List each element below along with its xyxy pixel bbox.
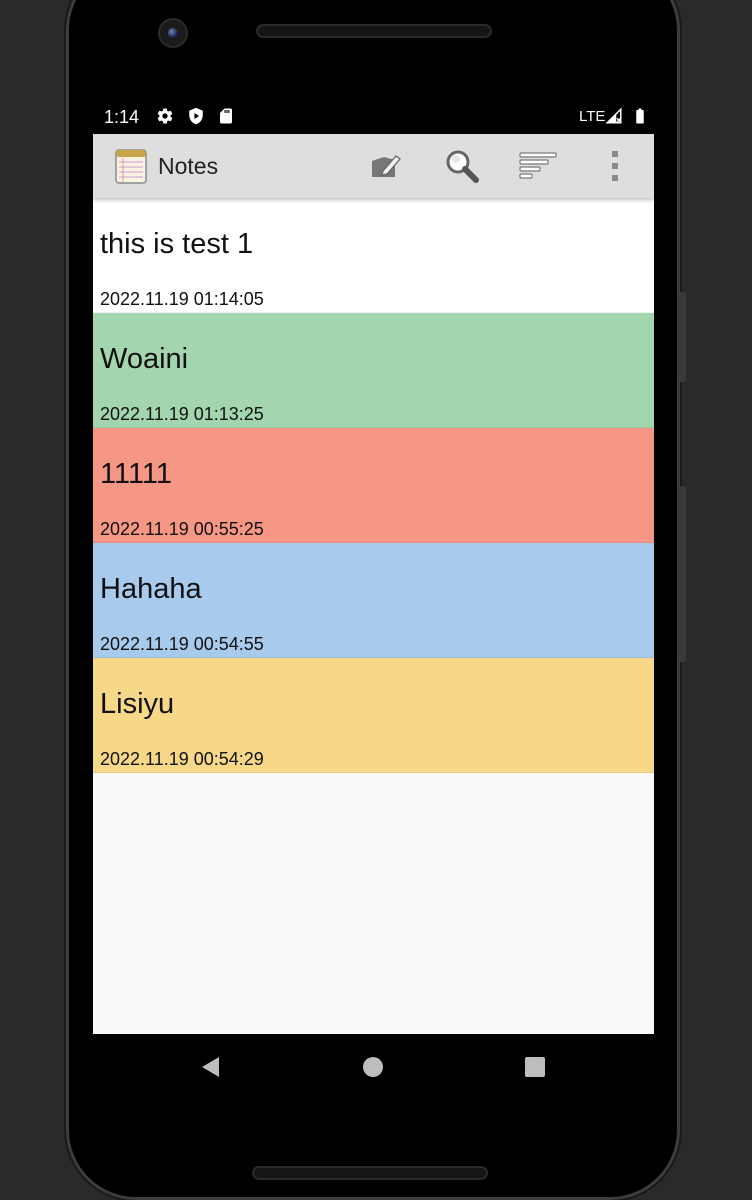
volume-rocker (678, 486, 686, 662)
bottom-speaker (252, 1166, 488, 1180)
note-timestamp: 2022.11.19 00:54:55 (100, 634, 264, 654)
front-camera (158, 18, 188, 48)
search-button[interactable] (442, 146, 482, 186)
status-bar: 1:14 LTE (93, 98, 654, 134)
sd-card-icon (220, 108, 232, 124)
gear-icon (157, 108, 173, 124)
sort-button[interactable] (518, 146, 558, 186)
note-item[interactable]: Woaini 2022.11.19 01:13:25 (93, 313, 654, 428)
notes-list: this is test 1 2022.11.19 01:14:05 Woain… (93, 198, 654, 773)
note-timestamp: 2022.11.19 01:13:25 (100, 404, 264, 424)
app-bar: Notes (93, 134, 654, 198)
note-item[interactable]: Lisiyu 2022.11.19 00:54:29 (93, 658, 654, 773)
notepad-logo-icon (115, 149, 147, 184)
battery-icon (636, 108, 644, 124)
sort-icon (519, 152, 557, 179)
overflow-menu-button[interactable] (595, 146, 635, 186)
shield-icon (189, 107, 203, 125)
note-item[interactable]: Hahaha 2022.11.19 00:54:55 (93, 543, 654, 658)
note-title: Lisiyu (100, 688, 175, 720)
back-icon[interactable] (196, 1052, 226, 1082)
more-vert-icon (612, 151, 618, 181)
note-timestamp: 2022.11.19 00:55:25 (100, 519, 264, 539)
note-item[interactable]: 11111 2022.11.19 00:55:25 (93, 428, 654, 543)
note-title: Woaini (100, 343, 189, 375)
note-title: 11111 (100, 458, 173, 490)
new-note-icon (372, 155, 401, 177)
network-type: LTE (579, 108, 606, 125)
recents-icon[interactable] (520, 1052, 550, 1082)
note-item[interactable]: this is test 1 2022.11.19 01:14:05 (93, 198, 654, 313)
navigation-bar (93, 1034, 654, 1098)
note-title: Hahaha (100, 573, 202, 605)
search-icon (446, 150, 479, 183)
note-title: this is test 1 (100, 228, 254, 260)
status-time: 1:14 (104, 107, 140, 127)
note-timestamp: 2022.11.19 00:54:29 (100, 749, 264, 769)
earpiece-speaker (256, 24, 492, 38)
note-timestamp: 2022.11.19 01:14:05 (100, 289, 264, 309)
screen: 1:14 LTE Notes this is test 1 2022.11.19… (93, 98, 654, 1034)
new-note-button[interactable] (365, 146, 405, 186)
signal-icon (605, 107, 622, 124)
home-icon[interactable] (358, 1052, 388, 1082)
power-button (678, 292, 686, 382)
app-title: Notes (158, 153, 219, 179)
